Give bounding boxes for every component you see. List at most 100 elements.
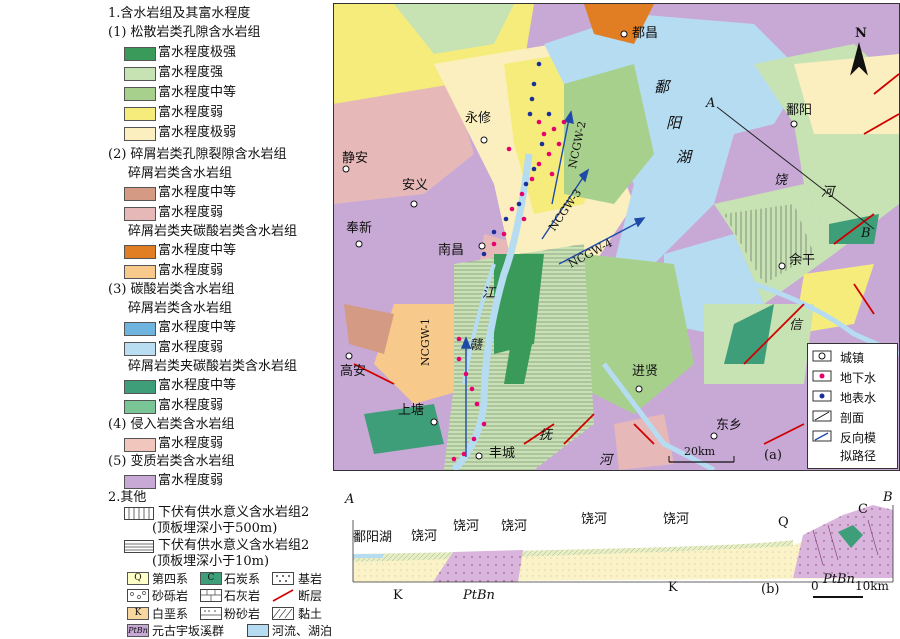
legend-groundwater: 地下水 xyxy=(812,370,876,385)
section-label: 饶河 xyxy=(411,529,438,544)
legend-item: 富水程度中等 xyxy=(158,320,237,335)
section-q: Q xyxy=(778,515,789,530)
hatch-vertical-swatch xyxy=(124,507,154,520)
river-lake-swatch xyxy=(247,624,269,637)
legend-item: (顶板埋深小于10m) xyxy=(152,554,270,569)
legend-item: 富水程度弱 xyxy=(158,473,224,488)
swatch-carb-med xyxy=(124,322,156,336)
river-label: 饶 xyxy=(774,173,788,188)
legend-item: 富水程度中等 xyxy=(158,378,237,393)
legend-item: 富水程度弱 xyxy=(158,436,224,451)
panel-label-a: (a) xyxy=(764,448,782,463)
swatch-cc-med xyxy=(124,245,156,259)
legend-item: (顶板埋深小于500m) xyxy=(152,521,278,536)
map-legend: 1.含水岩组及其富水程度 (1) 松散岩类孔隙含水岩组 富水程度极强 富水程度强… xyxy=(0,0,333,639)
city-label: 静安 xyxy=(342,151,369,166)
swatch-carb-weak xyxy=(124,342,156,356)
legend-group-3: (3) 碳酸岩类含水岩组 xyxy=(108,282,235,297)
section-pt: PtBn xyxy=(463,588,495,603)
swatch-strong xyxy=(124,67,156,81)
legend-subgroup: 碎屑岩类夹碳酸岩类含水岩组 xyxy=(128,359,298,374)
section-label: 鄱阳湖 xyxy=(353,530,393,545)
profile-end-a: A xyxy=(706,96,716,111)
legend-item: 第四系 xyxy=(152,572,189,586)
legend-item: 富水程度极弱 xyxy=(158,125,237,140)
section-label: 饶河 xyxy=(663,512,690,527)
swatch-v-weak xyxy=(124,127,156,141)
section-k: K xyxy=(393,588,403,603)
city-label: 安义 xyxy=(402,178,429,193)
section-end-b: B xyxy=(883,490,893,505)
legend-group-1: (1) 松散岩类孔隙含水岩组 xyxy=(108,25,261,40)
legend-subgroup: 碎屑岩类含水岩组 xyxy=(128,301,233,316)
swatch-carb2-med xyxy=(124,380,156,394)
swatch-meta xyxy=(124,475,156,489)
city-label: 高安 xyxy=(340,364,367,379)
river-label: 河 xyxy=(599,453,613,468)
carboniferous-swatch: C xyxy=(200,572,222,585)
legend-section: 剖面 xyxy=(812,410,864,425)
river-label: 信 xyxy=(789,318,803,333)
swatch-weak xyxy=(124,107,156,121)
city-label: 丰城 xyxy=(489,446,516,461)
scale-label: 20km xyxy=(684,445,716,458)
legend-item: 断层 xyxy=(298,589,323,603)
legend-item: 白垩系 xyxy=(152,607,189,621)
panel-label-b: (b) xyxy=(761,582,780,597)
legend-item: 黏土 xyxy=(298,607,323,621)
limestone-swatch xyxy=(200,589,222,602)
legend-item: 富水程度弱 xyxy=(158,398,224,413)
section-label: 饶河 xyxy=(501,519,528,534)
cross-section: A B 鄱阳湖 饶河 饶河 饶河 饶河 饶河 Q C K K PtBn PtBn… xyxy=(333,490,898,610)
fault-swatch xyxy=(272,589,294,602)
lake-label: 阳 xyxy=(666,114,682,132)
legend-simulation-path: 反向模 xyxy=(812,430,876,445)
legend-subgroup: 碎屑岩类含水岩组 xyxy=(128,166,233,181)
swatch-clastic-med xyxy=(124,187,156,201)
city-label: 奉新 xyxy=(346,221,373,236)
legend-group-4: (4) 侵入岩类含水岩组 xyxy=(108,417,235,432)
legend-group-5: (5) 变质岩类含水岩组 xyxy=(108,454,235,469)
legend-item: 富水程度中等 xyxy=(158,243,237,258)
legend-item: 下伏有供水意义含水岩组2 xyxy=(158,538,310,553)
river-label: 江 xyxy=(482,286,496,301)
legend-item: 砂砾岩 xyxy=(152,589,189,603)
legend-item: 富水程度中等 xyxy=(158,185,237,200)
city-label: 都昌 xyxy=(632,26,659,41)
legend-item: 下伏有供水意义含水岩组2 xyxy=(158,505,310,520)
legend-item: 富水程度弱 xyxy=(158,340,224,355)
swatch-v-strong xyxy=(124,47,156,61)
lake-label: 湖 xyxy=(676,148,692,166)
legend-heading-other: 2.其他 xyxy=(108,490,147,505)
proterozoic-swatch: PtBn xyxy=(127,624,149,637)
legend-item: 基岩 xyxy=(298,572,323,586)
lake-label: 鄱 xyxy=(654,78,670,96)
river-label: 河 xyxy=(821,185,835,200)
section-k: K xyxy=(668,580,678,595)
north-label: N xyxy=(855,26,867,41)
swatch-cc-weak xyxy=(124,265,156,279)
river-label: 赣 xyxy=(469,338,483,353)
swatch-intrusive xyxy=(124,438,156,452)
legend-heading-aquifers: 1.含水岩组及其富水程度 xyxy=(108,6,251,21)
conglomerate-swatch xyxy=(127,589,149,602)
legend-item: 富水程度强 xyxy=(158,65,224,80)
legend-item: 石炭系 xyxy=(224,572,261,586)
legend-item: 富水程度弱 xyxy=(158,263,224,278)
section-scale-0: 0 xyxy=(811,579,819,593)
city-label: 鄱阳 xyxy=(786,103,813,118)
map-inner-legend: 城镇 地下水 地表水 剖面 反向模 拟路径 xyxy=(807,343,898,469)
city-label: 南昌 xyxy=(438,243,465,258)
legend-item: 石灰岩 xyxy=(224,589,261,603)
bedrock-swatch xyxy=(272,572,294,585)
legend-item: 富水程度弱 xyxy=(158,105,224,120)
legend-surface-water: 地表水 xyxy=(812,390,876,405)
legend-item: 河流、湖泊 xyxy=(272,624,333,638)
section-c: C xyxy=(858,502,868,517)
quaternary-swatch: Q xyxy=(127,572,149,585)
city-label: 进贤 xyxy=(632,364,659,379)
legend-town: 城镇 xyxy=(812,350,864,365)
legend-item: 富水程度中等 xyxy=(158,85,237,100)
city-label: 上塘 xyxy=(398,403,425,418)
section-pt: PtBn xyxy=(823,572,855,587)
